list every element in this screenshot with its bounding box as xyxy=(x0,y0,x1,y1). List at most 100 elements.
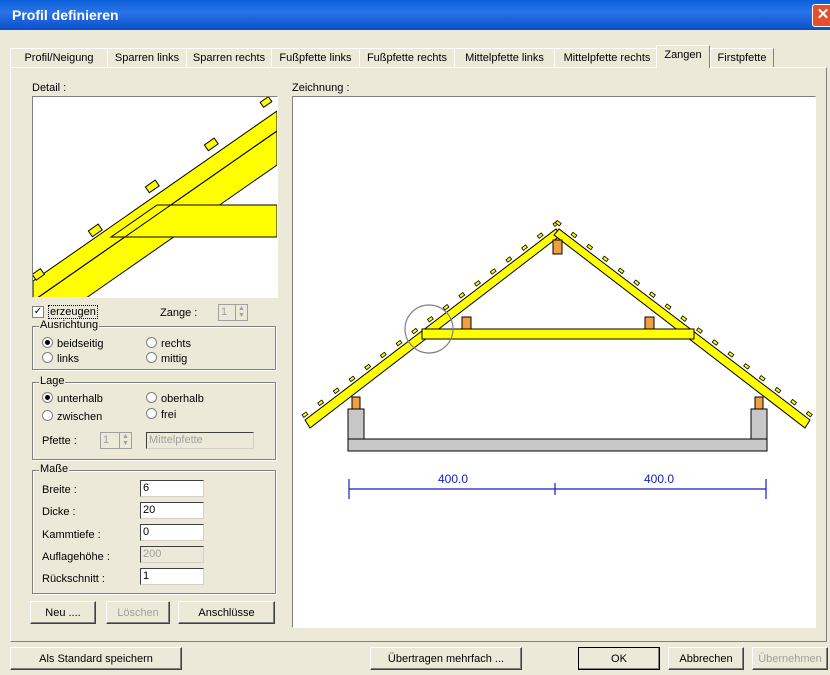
tile-batten xyxy=(426,315,434,323)
ok-button[interactable]: OK xyxy=(578,647,660,670)
tab-sparren-rechts[interactable]: Sparren rechts xyxy=(186,48,272,67)
tile-batten xyxy=(317,399,325,407)
tile-batten xyxy=(505,256,513,263)
abbrechen-button[interactable]: Abbrechen xyxy=(668,647,744,670)
drawing-label: Zeichnung : xyxy=(292,82,350,94)
neu-button[interactable]: Neu .... xyxy=(30,601,96,624)
tile-batten xyxy=(570,231,578,239)
ausrichtung-legend: Ausrichtung xyxy=(39,319,100,331)
roof-drawing: 400.0 400.0 xyxy=(301,219,813,499)
tab-mittelpfette-rechts[interactable]: Mittelpfette rechts xyxy=(554,48,660,67)
tab-mittelpfette-links[interactable]: Mittelpfette links xyxy=(454,48,555,67)
kammtiefe-field[interactable]: 0 xyxy=(140,524,204,541)
radio-off-icon xyxy=(146,337,157,348)
pfette-label: Pfette : xyxy=(42,435,77,447)
tile-batten xyxy=(301,411,309,418)
uebernehmen-button[interactable]: Übernehmen xyxy=(752,647,828,670)
tile-batten xyxy=(758,375,766,382)
tile-batten xyxy=(633,279,641,287)
tile-batten xyxy=(617,267,625,275)
tile-batten xyxy=(601,255,609,263)
tile-batten xyxy=(711,339,719,346)
tile-batten xyxy=(411,327,419,335)
radio-off-icon xyxy=(42,352,53,363)
tile-batten xyxy=(489,268,497,275)
radio-oberhalb[interactable]: oberhalb xyxy=(146,392,204,405)
uebertragen-mehrfach-button[interactable]: Übertragen mehrfach ... xyxy=(370,647,522,670)
dimension-left: 400.0 xyxy=(438,472,468,486)
tile-batten xyxy=(474,280,481,287)
breite-field[interactable]: 6 xyxy=(140,480,204,497)
pfette-value: 1 xyxy=(103,434,110,446)
radio-links[interactable]: links xyxy=(42,352,79,365)
radio-on-icon xyxy=(42,337,53,348)
auflagehoehe-field[interactable]: 200 xyxy=(140,546,204,563)
zange-label: Zange : xyxy=(160,307,198,319)
pfette-stepper[interactable]: 1 ▲ ▼ xyxy=(100,432,132,449)
tab-zangen[interactable]: Zangen xyxy=(656,45,710,68)
radio-frei[interactable]: frei xyxy=(146,408,176,421)
radio-beidseitig[interactable]: beidseitig xyxy=(42,337,103,350)
tab-fusspfette-links[interactable]: Fußpfette links xyxy=(271,48,360,67)
tile-batten xyxy=(395,339,403,347)
kammtiefe-label: Kammtiefe : xyxy=(42,529,101,541)
radio-unterhalb[interactable]: unterhalb xyxy=(42,392,103,405)
detail-label: Detail : xyxy=(32,82,67,94)
dicke-field[interactable]: 20 xyxy=(140,502,204,519)
tile-batten xyxy=(364,363,372,371)
zange-stepper[interactable]: 1 ▲ ▼ xyxy=(218,304,248,321)
tile-batten xyxy=(727,351,735,358)
tab-sparren-links[interactable]: Sparren links xyxy=(107,48,187,67)
rueckschnitt-field[interactable]: 1 xyxy=(140,568,204,585)
loeschen-button[interactable]: Löschen xyxy=(106,601,170,624)
dicke-label: Dicke : xyxy=(42,506,76,518)
window-title: Profil definieren xyxy=(12,7,119,23)
auflagehoehe-label: Auflagehöhe : xyxy=(42,551,110,563)
tab-profil-neigung[interactable]: Profil/Neigung xyxy=(10,48,108,67)
tile-batten xyxy=(458,292,466,299)
radio-rechts[interactable]: rechts xyxy=(146,337,191,350)
tile-batten xyxy=(379,351,387,359)
tile-batten xyxy=(805,410,813,418)
tile-batten xyxy=(648,291,656,298)
erzeugen-checkbox[interactable]: ✓ xyxy=(32,306,44,318)
masse-legend: Maße xyxy=(39,463,70,475)
radio-off-icon xyxy=(42,410,53,421)
pfette-name-field[interactable]: Mittelpfette xyxy=(146,432,254,449)
stepper-arrows-icon[interactable]: ▲ ▼ xyxy=(119,433,131,448)
tile-batten xyxy=(586,243,594,251)
tile-batten xyxy=(680,315,688,322)
tile-batten xyxy=(442,304,450,311)
tile-batten xyxy=(348,375,356,383)
lage-legend: Lage xyxy=(39,375,66,387)
radio-on-icon xyxy=(42,392,53,403)
dimension-right: 400.0 xyxy=(644,472,674,486)
tile-batten xyxy=(790,398,798,406)
tile-batten xyxy=(743,363,751,370)
tab-fusspfette-rechts[interactable]: Fußpfette rechts xyxy=(359,48,455,67)
tile-batten xyxy=(521,244,528,251)
zange-value: 1 xyxy=(221,306,228,318)
radio-zwischen[interactable]: zwischen xyxy=(42,410,102,423)
erzeugen-label: erzeugen xyxy=(48,305,98,319)
breite-label: Breite : xyxy=(42,484,77,496)
drawing-view: 400.0 400.0 xyxy=(292,96,816,628)
als-standard-speichern-button[interactable]: Als Standard speichern xyxy=(10,647,182,670)
detail-drawing xyxy=(33,97,277,297)
stepper-arrows-icon[interactable]: ▲ ▼ xyxy=(235,305,247,320)
close-icon[interactable]: ✕ xyxy=(812,4,830,27)
tile-batten xyxy=(664,303,672,310)
radio-off-icon xyxy=(146,392,157,403)
tile-batten xyxy=(774,386,782,394)
anschluesse-button[interactable]: Anschlüsse xyxy=(178,601,275,624)
tile-batten xyxy=(696,327,703,334)
radio-mittig[interactable]: mittig xyxy=(146,352,187,365)
title-bar: Profil definieren ✕ xyxy=(0,0,830,30)
rueckschnitt-label: Rückschnitt : xyxy=(42,573,105,585)
radio-off-icon xyxy=(146,352,157,363)
tab-firstpfette[interactable]: Firstpfette xyxy=(710,48,774,67)
radio-off-icon xyxy=(146,408,157,419)
tile-batten xyxy=(332,387,340,395)
detail-view xyxy=(32,96,278,298)
tile-batten xyxy=(536,232,544,239)
